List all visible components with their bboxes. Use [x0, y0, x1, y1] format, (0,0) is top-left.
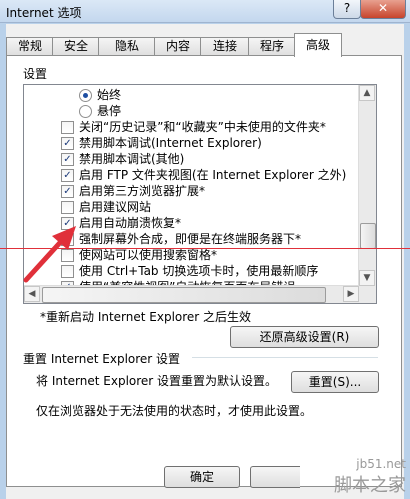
radio-button[interactable]	[79, 105, 92, 118]
restore-advanced-button[interactable]: 还原高级设置(R)	[230, 326, 379, 348]
vertical-scrollbar[interactable]: ▲ ▼	[358, 85, 376, 286]
option-label: 始终	[97, 88, 122, 102]
option-label: 使网站可以使用搜索窗格*	[79, 248, 218, 262]
scroll-left-icon[interactable]: ◀	[24, 286, 40, 302]
tab-6[interactable]: 高级	[294, 33, 342, 57]
scroll-up-icon[interactable]: ▲	[359, 85, 375, 101]
cancel-button[interactable]	[250, 466, 300, 488]
checkbox[interactable]: ✓	[61, 169, 74, 182]
tab-4[interactable]: 连接	[200, 37, 250, 56]
option-label: 启用 FTP 文件夹视图(在 Internet Explorer 之外)	[79, 168, 347, 182]
watermark-site: jb51.net	[356, 457, 406, 471]
checkbox[interactable]: ✓	[61, 153, 74, 166]
checkbox[interactable]: ✓	[61, 137, 74, 150]
close-button[interactable]: ✕	[360, 0, 406, 19]
option-label: 启用建议网站	[79, 200, 152, 214]
reset-warning: 仅在浏览器处于无法使用的状态时，才使用此设置。	[36, 404, 313, 418]
restart-note: *重新启动 Internet Explorer 之后生效	[40, 310, 252, 324]
horizontal-scroll-thumb[interactable]	[42, 287, 326, 303]
checkbox[interactable]	[61, 121, 74, 134]
title-bar: Internet 选项 ? ✕	[0, 0, 410, 23]
help-button[interactable]: ?	[333, 0, 361, 19]
option-label: 关闭“历史记录”和“收藏夹”中未使用的文件夹*	[79, 120, 326, 134]
tab-1[interactable]: 安全	[52, 37, 100, 56]
watermark: jb51.net 脚本之家	[334, 457, 406, 497]
settings-label: 设置	[23, 67, 48, 81]
watermark-name: 脚本之家	[334, 475, 406, 496]
tab-5[interactable]: 程序	[248, 37, 296, 56]
vertical-scroll-thumb[interactable]	[360, 223, 376, 249]
radio-button[interactable]	[79, 89, 92, 102]
scroll-corner	[359, 286, 376, 303]
option-label: 悬停	[97, 104, 122, 118]
reset-section-label: 重置 Internet Explorer 设置	[23, 352, 181, 366]
option-label: 启用自动崩溃恢复*	[79, 216, 182, 230]
window-title: Internet 选项	[6, 6, 82, 20]
scroll-down-icon[interactable]: ▼	[359, 270, 375, 286]
reset-description: 将 Internet Explorer 设置重置为默认设置。	[36, 374, 278, 388]
ok-button[interactable]: 确定	[164, 466, 240, 488]
option-label: 禁用脚本调试(Internet Explorer)	[79, 136, 262, 150]
option-label: 使用 Ctrl+Tab 切换选项卡时，使用最新顺序	[79, 264, 319, 278]
reset-button[interactable]: 重置(S)...	[291, 371, 379, 393]
section-divider	[192, 357, 378, 358]
annotation-arrow-icon	[23, 226, 76, 283]
tab-0[interactable]: 常规	[6, 37, 54, 56]
option-label: 强制屏幕外合成，即便是在终端服务器下*	[79, 232, 302, 246]
tab-3[interactable]: 内容	[154, 37, 202, 56]
tab-2[interactable]: 隐私	[98, 37, 156, 56]
option-label: 启用第三方浏览器扩展*	[79, 184, 206, 198]
scroll-right-icon[interactable]: ▶	[343, 286, 359, 302]
checkbox[interactable]: ✓	[61, 185, 74, 198]
checkbox[interactable]	[61, 201, 74, 214]
option-label: 禁用脚本调试(其他)	[79, 152, 185, 166]
